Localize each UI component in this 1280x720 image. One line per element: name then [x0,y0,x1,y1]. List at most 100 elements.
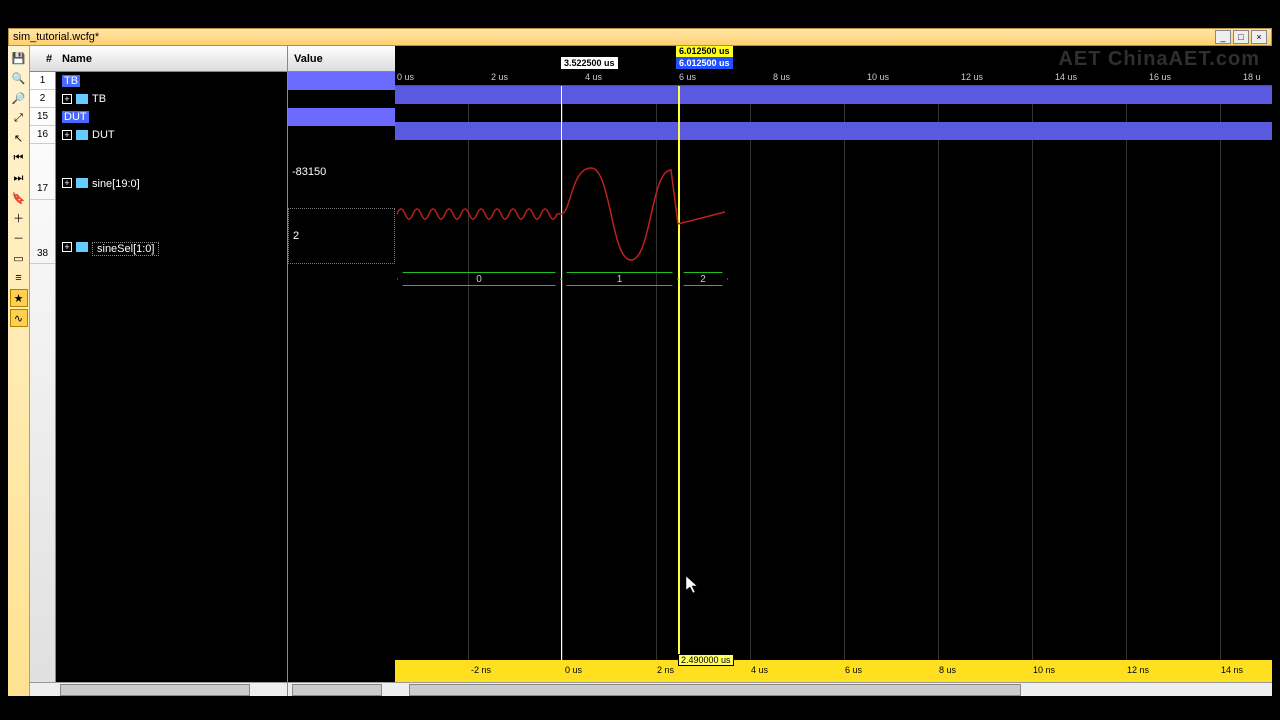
ruler-tick: 14 ns [1221,665,1243,675]
ruler-tick: 2 us [491,72,508,82]
ruler-tick: 12 ns [1127,665,1149,675]
signal-label: sine[19:0] [92,178,140,190]
value-header: Value [288,46,395,72]
wave-group-bar [395,86,1272,104]
cursor-icon[interactable]: ↖ [10,129,28,147]
time-ruler-top[interactable]: 0 us 2 us 4 us 6 us 8 us 10 us 12 us 14 … [395,72,1272,86]
zoom-out-icon[interactable]: 🔎 [10,89,28,107]
ruler-tick: 4 us [585,72,602,82]
waveform-body[interactable]: 0 1 2 [395,86,1272,668]
ruler-tick: 2 ns [657,665,674,675]
titlebar: sim_tutorial.wcfg* _ □ × [8,28,1272,46]
wave-hscroll[interactable] [395,682,1272,696]
scrollbar-thumb[interactable] [409,684,1021,696]
signal-label: TB [62,75,80,87]
wave-group-bar [395,122,1272,140]
analog-icon[interactable]: ∿ [10,309,28,327]
minimize-button[interactable]: _ [1215,30,1231,44]
scrollbar-thumb[interactable] [60,684,250,696]
value-row [288,126,395,144]
time-ruler-bottom[interactable]: 2.490000 us -2 ns 0 us 2 ns 4 us 6 us 8 … [395,660,1272,682]
zoom-fit-icon[interactable]: ⤢ [10,109,28,127]
signal-label: DUT [62,111,89,123]
bus-value: 2 [678,272,728,286]
maximize-button[interactable]: □ [1233,30,1249,44]
ruler-tick: 0 us [397,72,414,82]
value-row [288,108,395,126]
ruler-tick: 8 us [773,72,790,82]
name-panel: # Name 1 2 15 16 17 38 TB + TB DUT + [30,46,287,696]
row-num: 1 [30,72,55,90]
signal-label: TB [92,93,106,105]
row-num: 15 [30,108,55,126]
next-edge-icon[interactable]: ⏭ [10,169,28,187]
ruler-tick: 14 us [1055,72,1077,82]
marker-blue-top[interactable]: 6.012500 us [676,57,733,69]
prev-edge-icon[interactable]: ⏮ [10,149,28,167]
add-icon[interactable]: ＋ [10,209,28,227]
name-header: # Name [30,46,287,72]
signal-row-dut2[interactable]: + DUT [56,126,287,144]
bus-segment-0: 0 [397,272,561,286]
value-panel: Value -83150 2 [287,46,395,696]
vertical-toolbar: 💾 🔍 🔎 ⤢ ↖ ⏮ ⏭ 🔖 ＋ － ▭ ≡ ★ ∿ [8,46,30,696]
group-icon[interactable]: ▭ [10,249,28,267]
value-text: -83150 [292,166,326,178]
signal-label: DUT [92,129,115,141]
ruler-tick: 8 us [939,665,956,675]
ruler-tick: 10 ns [1033,665,1055,675]
values-list: -83150 2 [288,72,395,682]
expand-icon[interactable]: + [62,94,72,104]
signal-row-tb2[interactable]: + TB [56,90,287,108]
wave-marker-strip: 6.012500 us 6.012500 us 3.522500 us [395,46,1272,72]
marker-white[interactable]: 3.522500 us [561,57,618,69]
ruler-tick: 6 us [845,665,862,675]
signal-label: sineSel[1:0] [92,242,159,256]
remove-icon[interactable]: － [10,229,28,247]
ruler-tick: 4 us [751,665,768,675]
value-text: 2 [293,230,299,242]
module-icon [76,130,88,140]
signal-row-tb1[interactable]: TB [56,72,287,90]
signal-row-dut1[interactable]: DUT [56,108,287,126]
delta-marker[interactable]: 2.490000 us [678,654,734,666]
name-hscroll[interactable] [30,682,287,696]
scrollbar-thumb[interactable] [292,684,382,696]
signals-list: TB + TB DUT + DUT + sine[19:0] + [56,72,287,682]
zoom-in-icon[interactable]: 🔍 [10,69,28,87]
bus-segment-2: 2 [678,272,728,286]
marker-icon[interactable]: 🔖 [10,189,28,207]
hilite-icon[interactable]: ★ [10,289,28,307]
bus-segment-1: 1 [561,272,678,286]
value-row-sine: -83150 [288,144,395,200]
ruler-tick: 16 us [1149,72,1171,82]
module-icon [76,94,88,104]
expand-icon[interactable]: + [62,130,72,140]
row-number-gutter: 1 2 15 16 17 38 [30,72,56,682]
signal-row-sinesel[interactable]: + sineSel[1:0] [56,208,287,264]
workarea: 💾 🔍 🔎 ⤢ ↖ ⏮ ⏭ 🔖 ＋ － ▭ ≡ ★ ∿ # Name 1 2 1… [8,46,1272,696]
bus-icon [76,178,88,188]
value-hscroll[interactable] [288,682,395,696]
ruler-tick: 12 us [961,72,983,82]
marker-yellow-top[interactable]: 6.012500 us [676,46,733,57]
signal-row-sine[interactable]: + sine[19:0] [56,144,287,200]
ruler-tick: 0 us [565,665,582,675]
close-button[interactable]: × [1251,30,1267,44]
bus-value: 1 [561,272,678,286]
expand-icon[interactable]: + [62,178,72,188]
ruler-tick: 10 us [867,72,889,82]
value-row-sinesel: 2 [288,208,395,264]
save-icon[interactable]: 💾 [10,49,28,67]
divider-icon[interactable]: ≡ [10,269,28,287]
ruler-tick: 6 us [679,72,696,82]
analog-sine-wave [395,164,735,264]
row-num: 16 [30,126,55,144]
waveform-panel[interactable]: 6.012500 us 6.012500 us 3.522500 us 0 us… [395,46,1272,696]
row-num: 17 [30,144,55,200]
value-row [288,90,395,108]
expand-icon[interactable]: + [62,242,72,252]
window-title: sim_tutorial.wcfg* [13,31,1213,43]
bus-icon [76,242,88,252]
value-row [288,72,395,90]
